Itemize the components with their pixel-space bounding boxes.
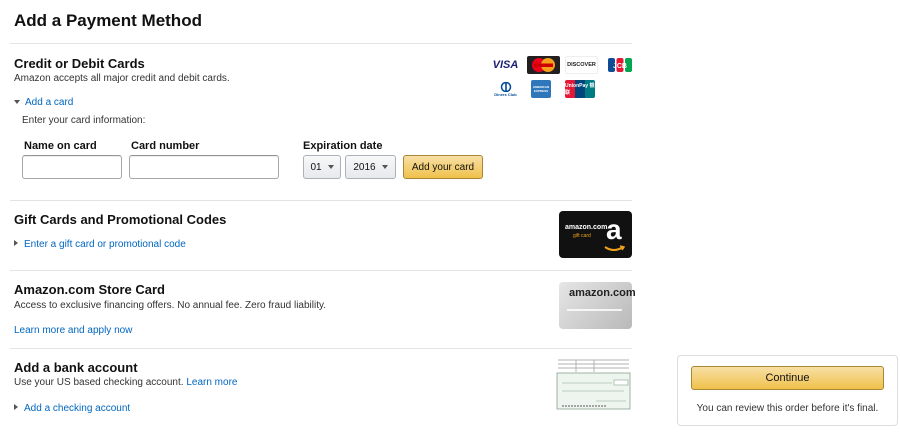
bank-account-section: Add a bank account Use your US based che…: [10, 348, 632, 428]
bank-account-subtitle: Use your US based checking account. Lear…: [14, 377, 238, 388]
diners-icon: [500, 81, 511, 92]
diners-club-logo: Diners Club: [489, 80, 522, 98]
svg-text:JCB: JCB: [612, 63, 626, 70]
add-your-card-button[interactable]: Add your card: [403, 155, 483, 179]
gift-card-toggle[interactable]: Enter a gift card or promotional code: [14, 239, 186, 250]
review-note: You can review this order before it's fi…: [696, 403, 879, 414]
gift-card-link[interactable]: Enter a gift card or promotional code: [24, 239, 186, 250]
expiration-year-select[interactable]: 2016: [345, 155, 396, 179]
amex-logo: AMERICAN EXPRESS: [531, 80, 551, 98]
expiration-month-select[interactable]: 01: [303, 155, 341, 179]
amazon-gift-card-image: amazon.com gift card a: [559, 211, 632, 258]
cards-title: Credit or Debit Cards: [14, 56, 145, 71]
store-card-link[interactable]: Learn more and apply now: [14, 325, 132, 336]
gift-card-title: Gift Cards and Promotional Codes: [14, 212, 227, 227]
page-title: Add a Payment Method: [14, 11, 202, 30]
add-card-link[interactable]: Add a card: [25, 97, 73, 108]
unionpay-logo: UnionPay 银联: [565, 80, 595, 98]
gift-card-brand: amazon.com: [565, 224, 608, 231]
chevron-right-icon: [14, 404, 18, 410]
expiration-month-value: 01: [310, 161, 322, 173]
store-card-title: Amazon.com Store Card: [14, 282, 165, 297]
add-checking-account-link[interactable]: Add a checking account: [24, 403, 130, 414]
add-card-toggle[interactable]: Add a card: [14, 97, 73, 108]
continue-button[interactable]: Continue: [691, 366, 884, 390]
store-card-stripe: [567, 309, 622, 311]
gift-card-letter: a: [606, 214, 622, 245]
jcb-icon: JCB: [607, 58, 632, 72]
expiration-year-value: 2016: [353, 161, 376, 173]
store-card-subtitle: Access to exclusive financing offers. No…: [14, 300, 327, 311]
visa-logo: VISA: [492, 59, 519, 71]
order-summary-box: Continue You can review this order befor…: [677, 355, 898, 426]
bank-learn-more-link[interactable]: Learn more: [186, 377, 237, 388]
store-card-brand: amazon.com: [569, 287, 636, 299]
store-card-section: Amazon.com Store Card Access to exclusiv…: [10, 270, 636, 348]
check-image: [556, 359, 631, 410]
dropdown-arrow-icon: [381, 165, 388, 169]
chevron-down-icon: [14, 100, 20, 104]
chevron-right-icon: [14, 240, 18, 246]
dropdown-arrow-icon: [327, 165, 334, 169]
amazon-store-card-image: amazon.com: [559, 282, 636, 329]
name-on-card-input[interactable]: [22, 155, 122, 179]
cards-subtitle: Amazon accepts all major credit and debi…: [14, 73, 230, 84]
mastercard-circles-icon: [532, 58, 555, 72]
cards-section: Credit or Debit Cards Amazon accepts all…: [10, 43, 632, 200]
gift-card-sub: gift card: [573, 233, 591, 239]
bank-account-title: Add a bank account: [14, 360, 138, 375]
mastercard-logo: [527, 56, 560, 74]
card-number-input[interactable]: [129, 155, 279, 179]
amazon-smile-icon: [604, 245, 625, 251]
gift-card-section: Gift Cards and Promotional Codes Enter a…: [10, 200, 632, 270]
discover-logo: DISCOVER: [565, 56, 598, 74]
checking-account-toggle[interactable]: Add a checking account: [14, 403, 130, 414]
jcb-logo: JCB: [603, 56, 636, 74]
expiration-date-label: Expiration date: [303, 140, 383, 152]
name-on-card-label: Name on card: [24, 140, 97, 152]
enter-card-info: Enter your card information:: [22, 115, 146, 126]
card-number-label: Card number: [131, 140, 200, 152]
